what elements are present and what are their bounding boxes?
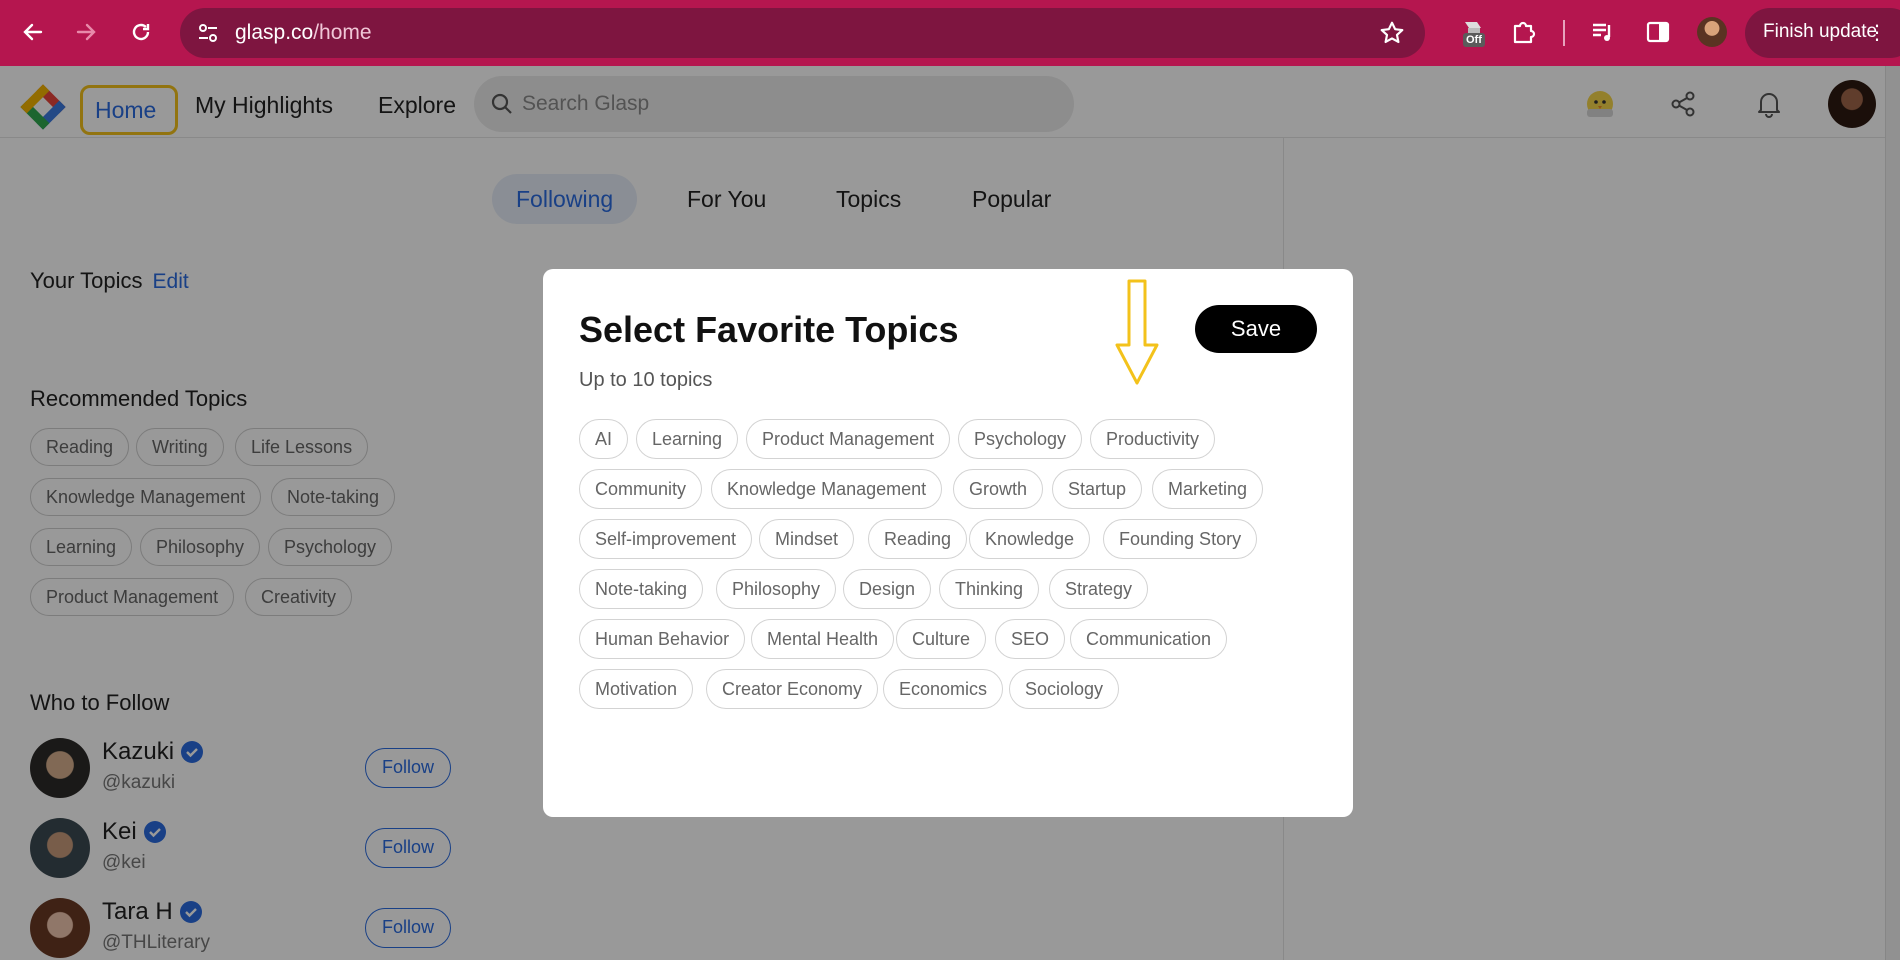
queue-music-icon [1593,23,1611,41]
forward-button[interactable] [68,14,104,50]
topic-chip[interactable]: Psychology [958,419,1083,459]
media-control-button[interactable] [1585,14,1621,50]
topic-chip[interactable]: Knowledge [969,519,1091,559]
topic-chip[interactable]: AI [579,419,629,459]
reload-button[interactable] [123,14,159,50]
topic-chip[interactable]: Strategy [1049,569,1149,609]
topic-chip[interactable]: Note-taking [579,569,704,609]
topic-chip[interactable]: Thinking [939,569,1040,609]
browser-profile-avatar[interactable] [1697,17,1727,47]
topic-chip[interactable]: Startup [1052,469,1143,509]
topic-chip[interactable]: Learning [636,419,739,459]
select-topics-modal: Select Favorite Topics Up to 10 topics S… [543,269,1353,817]
bookmark-star-icon[interactable] [1379,20,1405,46]
topic-chip[interactable]: Community [579,469,703,509]
more-vert-icon[interactable]: ⋮ [1867,19,1887,47]
save-button[interactable]: Save [1195,305,1317,353]
topic-chip[interactable]: Founding Story [1103,519,1258,559]
topic-chip[interactable]: Reading [868,519,968,559]
topic-chip[interactable]: Sociology [1009,669,1120,709]
topic-chip[interactable]: Culture [896,619,987,659]
topic-chip[interactable]: Human Behavior [579,619,746,659]
topic-chip[interactable]: Motivation [579,669,694,709]
site-settings-icon[interactable] [196,21,220,45]
side-panel-button[interactable] [1640,14,1676,50]
topic-chip[interactable]: Communication [1070,619,1228,659]
extensions-button[interactable] [1505,14,1541,50]
toolbar-divider [1563,20,1565,46]
modal-title: Select Favorite Topics [579,309,959,350]
arrow-down-annotation-icon [1115,279,1159,385]
back-button[interactable] [15,14,51,50]
topic-chip[interactable]: Creator Economy [706,669,879,709]
modal-subtitle: Up to 10 topics [579,369,713,391]
topic-chip[interactable]: SEO [995,619,1066,659]
topic-chip[interactable]: Self-improvement [579,519,753,559]
topic-chip[interactable]: Marketing [1152,469,1264,509]
topic-chip[interactable]: Product Management [746,419,951,459]
side-panel-icon [1646,21,1670,43]
topic-chip[interactable]: Philosophy [716,569,837,609]
topic-chip[interactable]: Mindset [759,519,855,559]
arrow-right-icon [76,23,96,41]
puzzle-icon [1513,21,1536,44]
arrow-left-icon [23,23,43,41]
topic-chip[interactable]: Mental Health [751,619,895,659]
topic-chip[interactable]: Productivity [1090,419,1216,459]
url-text: glasp.co/home [235,21,372,44]
off-badge: Off [1463,33,1485,47]
address-bar[interactable]: glasp.co/home [180,8,1425,58]
topic-chip[interactable]: Growth [953,469,1044,509]
topic-chip[interactable]: Knowledge Management [711,469,943,509]
reload-icon [132,23,150,41]
browser-toolbar: glasp.co/home Off Finish update ⋮ [0,0,1900,66]
finish-update-button[interactable]: Finish update ⋮ [1745,8,1900,58]
topic-chip[interactable]: Economics [883,669,1004,709]
topic-chip[interactable]: Design [843,569,932,609]
